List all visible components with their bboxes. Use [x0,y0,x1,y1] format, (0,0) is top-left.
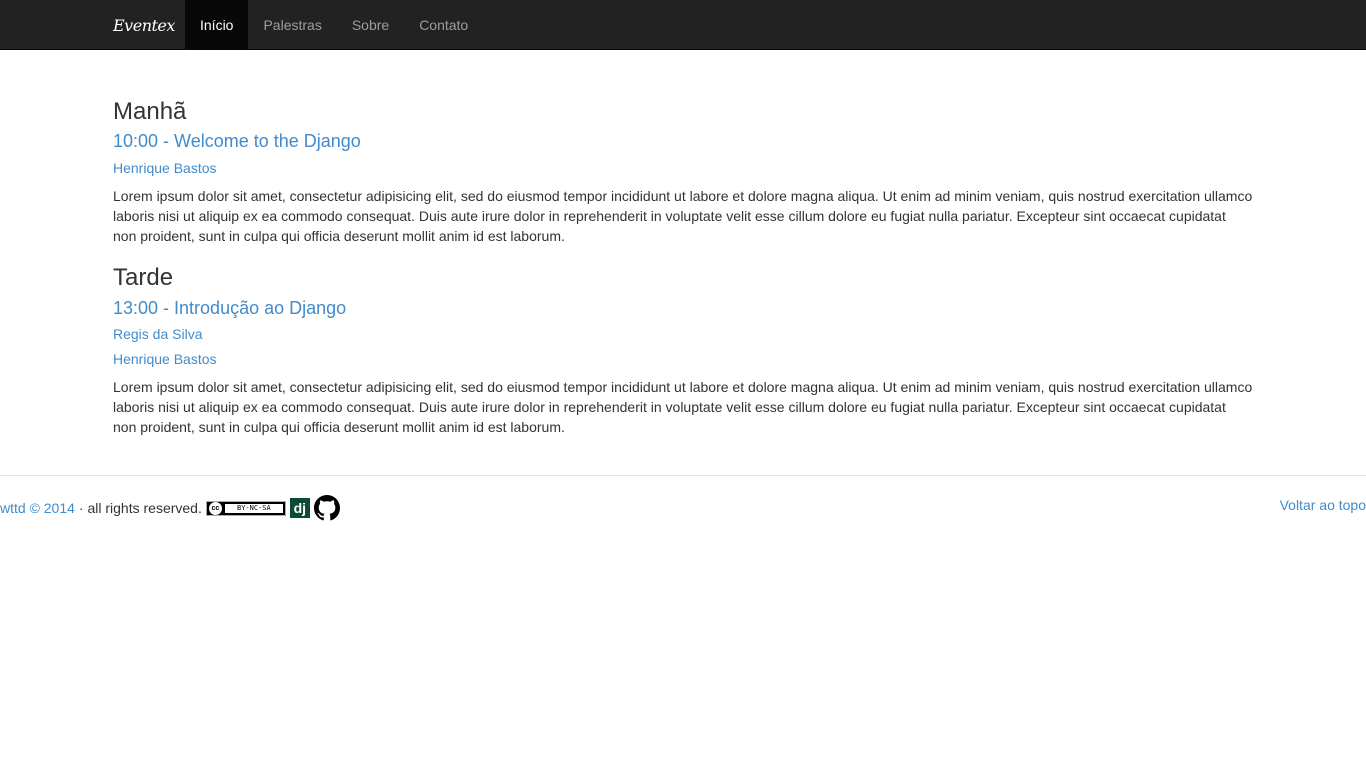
nav-item-inicio[interactable]: Início [185,0,249,50]
footer-divider [0,475,1366,476]
speaker-link[interactable]: Regis da Silva [113,324,1253,344]
main-nav: Início Palestras Sobre Contato [185,0,483,50]
github-icon[interactable] [313,495,340,521]
brand-text[interactable]: Eventex [113,16,175,35]
talk-description: Lorem ipsum dolor sit amet, consectetur … [113,379,1253,436]
talk-description: Lorem ipsum dolor sit amet, consectetur … [113,188,1253,245]
cc-license-text: BY-NC-SA [224,503,283,513]
django-icon[interactable]: dj [289,498,310,518]
top-navbar: Eventex Início Palestras Sobre Contato [0,0,1366,50]
morning-heading: Manhã [113,98,187,125]
talk-title-link[interactable]: 10:00 - Welcome to the Django [113,132,1253,152]
brand-logo[interactable]: Eventex [113,0,185,50]
rights-text: · all rights reserved. [78,500,202,516]
nav-item-palestras[interactable]: Palestras [248,0,336,50]
nav-item-contato[interactable]: Contato [404,0,483,50]
back-to-top-link[interactable]: Voltar ao topo [1280,497,1366,513]
afternoon-heading: Tarde [113,264,174,292]
main-content: Manhã 10:00 - Welcome to the Django Henr… [113,50,1253,437]
creative-commons-icon[interactable]: cc BY-NC-SA [205,500,286,516]
copyright-link[interactable]: wttd © 2014 [0,500,75,516]
speaker-link[interactable]: Henrique Bastos [113,349,1253,369]
speaker-link[interactable]: Henrique Bastos [113,158,1253,178]
footer-credits: wttd © 2014 · all rights reserved. cc BY… [0,495,340,521]
cc-symbol: cc [208,501,222,515]
talk-title-link[interactable]: 13:00 - Introdução ao Django [113,298,1253,319]
nav-item-sobre[interactable]: Sobre [337,0,404,50]
